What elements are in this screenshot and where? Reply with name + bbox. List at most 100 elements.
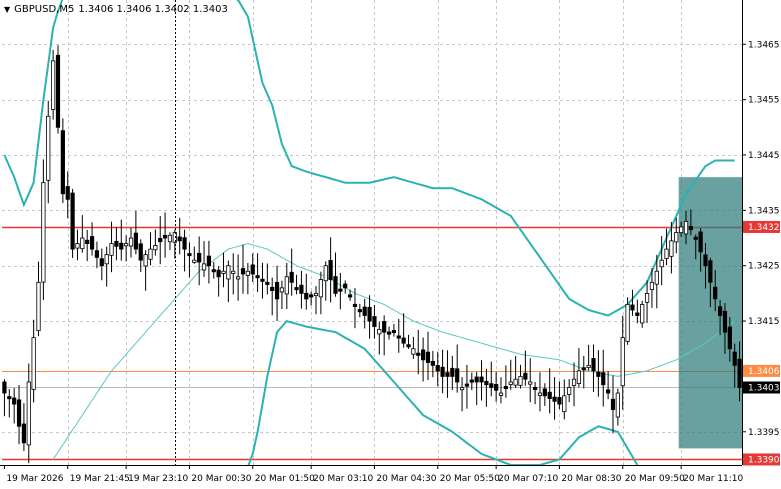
candle: [313, 286, 319, 315]
candle-body: [664, 248, 669, 259]
price-tick-label: 1.3395: [748, 428, 780, 438]
candle: [231, 253, 236, 295]
price-tick-label: 1.3445: [748, 151, 780, 161]
candle-body: [236, 276, 241, 280]
candle: [85, 229, 90, 262]
candle-body: [187, 253, 192, 257]
candle-body: [703, 254, 708, 267]
dropdown-arrow-icon[interactable]: ▼: [4, 5, 10, 14]
candle-body: [36, 281, 41, 332]
candle: [201, 241, 207, 277]
candle: [542, 383, 547, 406]
candle-body: [416, 352, 421, 356]
candle: [36, 261, 41, 337]
candle-body: [250, 264, 255, 275]
candle: [153, 229, 158, 256]
symbol-label: GBPUSD,M5: [14, 4, 75, 15]
candle-body: [688, 226, 693, 231]
candle: [2, 379, 7, 417]
candle-body: [55, 54, 61, 128]
candle-body: [698, 231, 703, 253]
candle-body: [620, 337, 625, 387]
candle-body: [518, 376, 523, 386]
candle-body: [401, 337, 406, 344]
candle-body: [615, 392, 620, 418]
chart-title: ▼ GBPUSD,M5 1.3406 1.3406 1.3402 1.3403: [4, 4, 228, 15]
candle-body: [148, 248, 153, 260]
candle-body: [265, 281, 270, 285]
candle: [328, 237, 333, 303]
candle-body: [172, 232, 177, 243]
candle: [318, 271, 323, 315]
candle: [586, 344, 591, 371]
candle: [537, 372, 543, 412]
candle-body: [41, 182, 46, 283]
candle: [557, 381, 562, 410]
candle-body: [508, 381, 513, 385]
candle-body: [722, 310, 728, 333]
candle-body: [654, 270, 659, 285]
selection-box-layer[interactable]: [678, 177, 742, 449]
candle-body: [313, 292, 319, 297]
time-tick-label: 20 Mar 00:30: [191, 474, 251, 484]
candle: [343, 280, 348, 294]
candle: [197, 236, 202, 286]
candle-body: [659, 259, 664, 268]
candle-body: [640, 304, 645, 324]
candle: [571, 362, 577, 407]
chart-window[interactable]: 1.3465 1.3455 1.3445 1.3435 1.3425 1.3415 1.33…: [0, 0, 781, 489]
candle: [474, 371, 479, 406]
candle-body: [732, 351, 737, 366]
candle: [94, 241, 100, 269]
candle: [406, 334, 411, 349]
candle-body: [153, 245, 158, 251]
candle: [240, 244, 246, 294]
candle-body: [192, 259, 197, 263]
candle: [518, 364, 523, 389]
candle-body: [133, 232, 138, 250]
candle: [615, 388, 620, 426]
candle-body: [635, 312, 640, 316]
candle-body: [693, 236, 698, 240]
candle: [494, 372, 499, 402]
candle-body: [552, 396, 557, 402]
candle-body: [333, 276, 338, 294]
candle-body: [216, 269, 221, 278]
candle: [386, 326, 392, 340]
candle: [236, 254, 241, 301]
candle: [357, 303, 362, 318]
price-tag: 1.3403: [743, 381, 780, 394]
candle: [119, 219, 124, 261]
candle: [450, 355, 455, 390]
candle: [192, 246, 197, 264]
candle: [528, 358, 533, 403]
candle: [440, 349, 445, 394]
candle: [508, 359, 513, 390]
candle-body: [737, 358, 742, 388]
candle-body: [80, 237, 85, 250]
candle-body: [596, 371, 601, 377]
candle-body: [328, 259, 333, 280]
candle: [41, 159, 46, 301]
candle-body: [576, 370, 582, 384]
candle-body: [367, 306, 372, 322]
candle: [640, 300, 645, 328]
candle-body: [679, 226, 684, 233]
candle-body: [591, 357, 596, 372]
candle-body: [562, 395, 567, 413]
candle-body: [201, 263, 207, 271]
candle-body: [26, 381, 31, 446]
candle: [421, 337, 426, 382]
horizontal-levels[interactable]: [2, 226, 742, 461]
candle: [596, 350, 601, 397]
candle-body: [557, 397, 562, 405]
candle: [12, 387, 17, 424]
price-tick-label: 1.3465: [748, 40, 780, 50]
candle-body: [245, 270, 250, 276]
candle: [274, 265, 280, 322]
candle: [309, 291, 314, 306]
candle-body: [289, 271, 294, 283]
chart-canvas[interactable]: 1.3465 1.3455 1.3445 1.3435 1.3425 1.3415 1.33…: [0, 0, 781, 489]
candle: [523, 350, 528, 386]
candle-body: [357, 309, 362, 313]
